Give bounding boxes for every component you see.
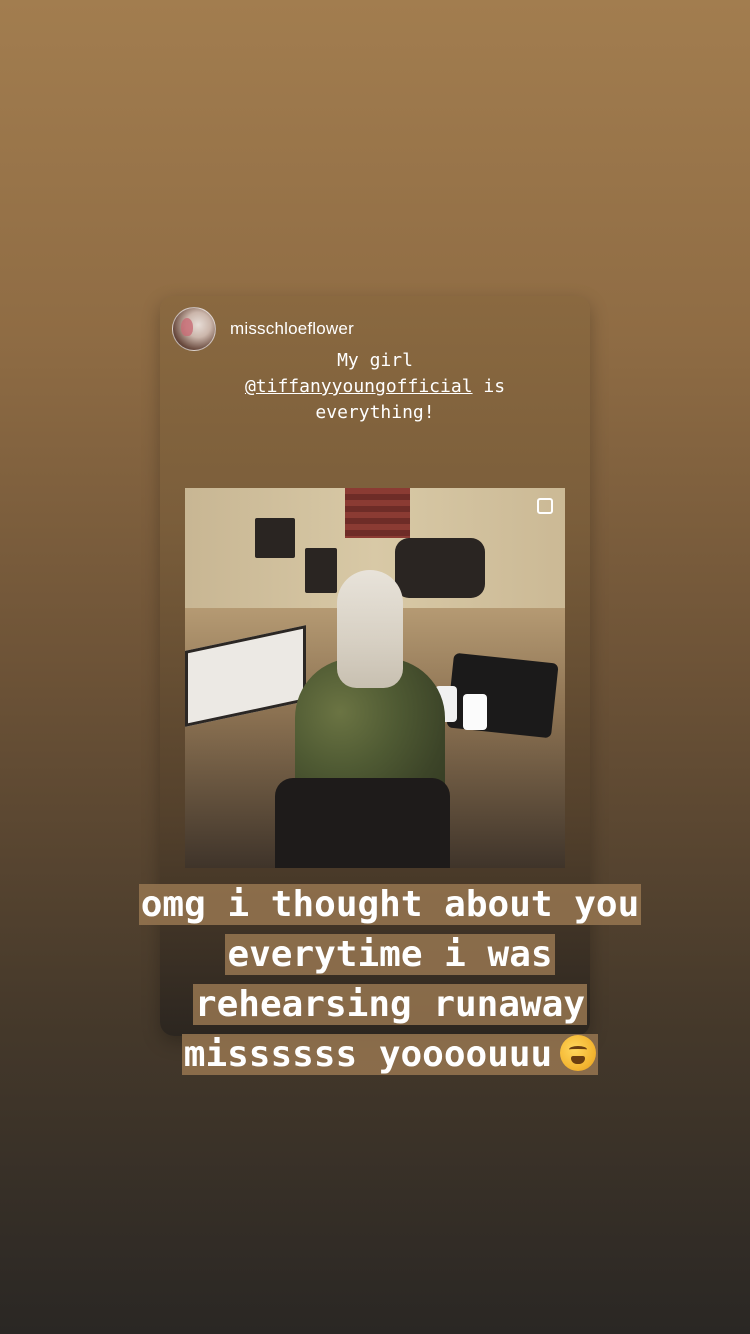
photo-phone-2 (463, 694, 487, 730)
overlay-line-1-text: omg i thought about you (138, 884, 642, 925)
photo-chair (275, 778, 450, 868)
photo-door (345, 488, 410, 538)
mention-link[interactable]: @tiffanyyoungofficial (245, 376, 473, 397)
post-caption: My girl @tiffanyyoungofficial is everyth… (160, 348, 590, 426)
caption-line-3: everything! (315, 402, 435, 423)
photo-amp-2 (305, 548, 337, 593)
user-avatar[interactable] (172, 307, 216, 351)
overlay-line-2: everytime i was (70, 930, 710, 980)
caption-mid: is (472, 376, 506, 397)
photo-amp-1 (255, 518, 295, 558)
caption-line-2: @tiffanyyoungofficial is (160, 374, 590, 400)
overlay-line-3: rehearsing runaway (70, 980, 710, 1030)
post-header[interactable]: misschloeflower (172, 307, 354, 351)
weary-face-icon (560, 1035, 597, 1071)
overlay-line-2-text: everytime i was (225, 934, 555, 975)
overlay-line-4: missssss yoooouuu (70, 1030, 710, 1080)
overlay-line-1: omg i thought about you (70, 880, 710, 930)
photo-person-hair (337, 570, 403, 688)
photo-drums (395, 538, 485, 598)
caption-line-1: My girl (337, 350, 413, 371)
overlay-line-4-bg: missssss yoooouuu (181, 1034, 599, 1075)
username[interactable]: misschloeflower (230, 319, 354, 339)
square-frame-icon (537, 498, 553, 514)
story-text-overlay: omg i thought about you everytime i was … (70, 880, 710, 1080)
overlay-line-4-text: missssss yoooouuu (183, 1034, 553, 1075)
post-photo[interactable] (185, 488, 565, 868)
overlay-line-3-text: rehearsing runaway (192, 984, 588, 1025)
